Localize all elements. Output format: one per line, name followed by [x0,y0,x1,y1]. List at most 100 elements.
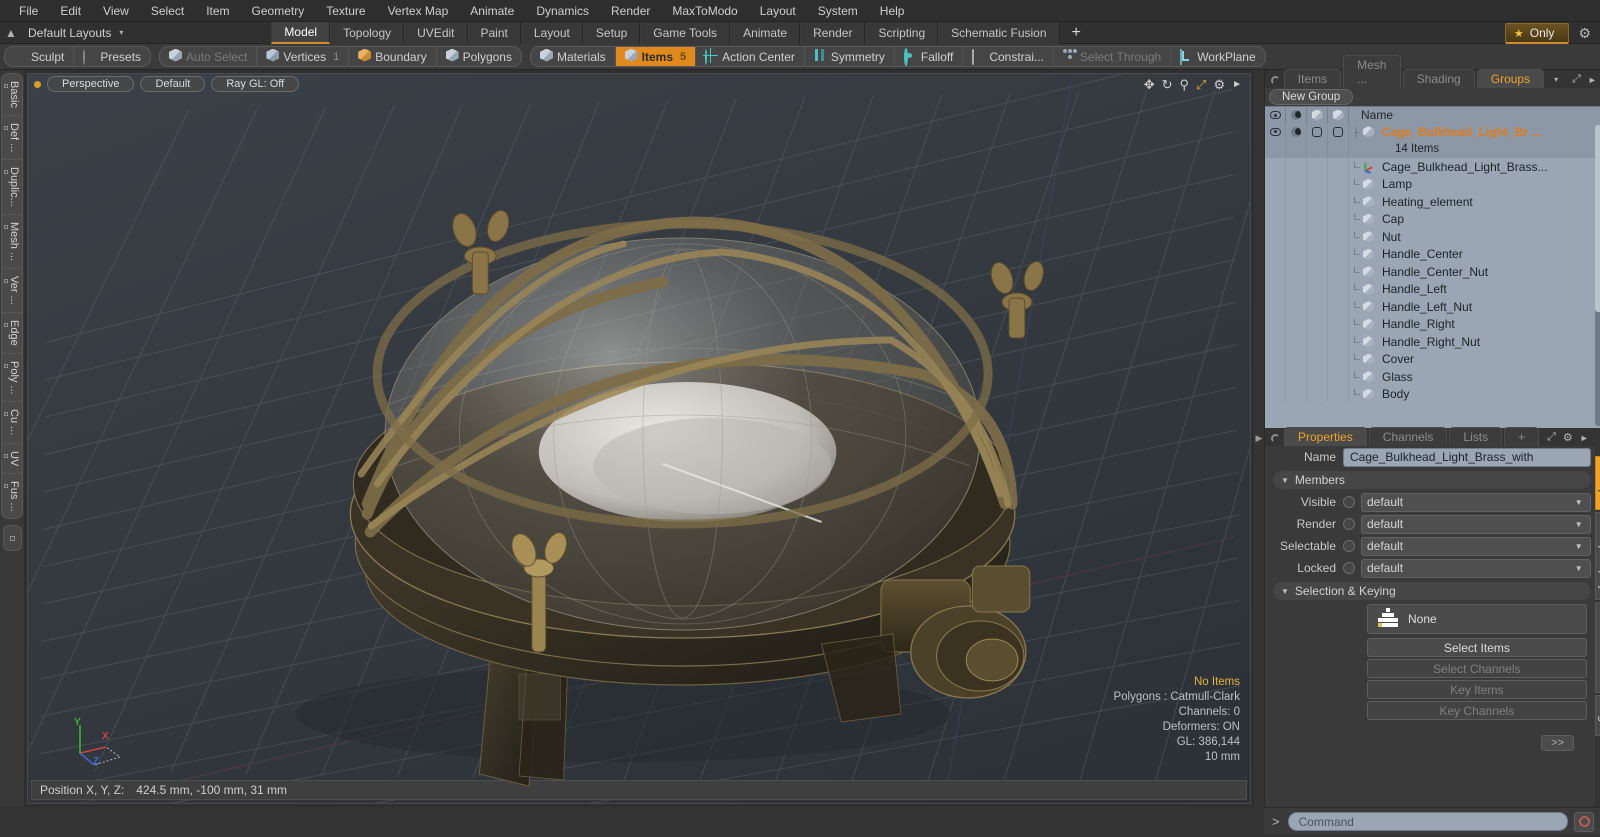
table-row[interactable]: └· Heating_element [1265,193,1600,211]
left-extra-button[interactable] [2,525,22,552]
menu-item-edit[interactable]: Edit [49,1,92,21]
home-icon[interactable]: ▲ [0,26,22,40]
name-column-header[interactable]: Name [1349,108,1393,122]
menu-item-vertex-map[interactable]: Vertex Map [377,1,460,21]
menu-item-geometry[interactable]: Geometry [241,1,316,21]
menu-item-file[interactable]: File [8,1,49,21]
left-tab-basic[interactable]: Basic [2,74,22,116]
left-tab-mesh[interactable]: Mesh ... [2,215,22,270]
chevron-down-icon[interactable]: ▾ [1546,75,1566,88]
table-row[interactable]: └· Glass [1265,368,1600,386]
member-radio[interactable] [1343,518,1355,530]
table-row[interactable]: ├ Cage_Bulkhead_Light_Br ... [1265,123,1600,141]
toolbar-button-boundary[interactable]: Boundary [349,47,437,66]
toolbar-button-items[interactable]: Items 5 [615,47,697,66]
layout-tab-uvedit[interactable]: UVEdit [404,21,468,44]
members-section-header[interactable]: ▼ Members [1273,471,1591,489]
menu-item-system[interactable]: System [807,1,869,21]
table-row[interactable]: └· Handle_Center [1265,245,1600,263]
shading-icon[interactable] [1286,106,1307,124]
chevron-down-icon[interactable]: ▾ [119,28,123,37]
toolbar-button-constrai[interactable]: Constrai... [963,47,1055,66]
toolbar-button-sculpt[interactable]: Sculpt [5,47,75,66]
menu-item-texture[interactable]: Texture [315,1,376,21]
toolbar-button-auto-select[interactable]: Auto Select [160,47,258,66]
table-row[interactable]: └· Cover [1265,350,1600,368]
viewport-raygl-dropdown[interactable]: Ray GL: Off [211,76,300,92]
table-row[interactable]: └· Handle_Right [1265,315,1600,333]
keying-preset-selector[interactable]: None [1367,604,1587,634]
select-items-button[interactable]: Select Items [1367,638,1587,657]
member-dropdown[interactable]: default ▼ [1361,492,1591,512]
layout-title[interactable]: Default Layouts [22,26,117,40]
left-tab-uv[interactable]: UV [2,444,22,474]
toolbar-button-workplane[interactable]: WorkPlane [1171,47,1264,66]
command-input[interactable]: Command [1287,812,1568,831]
name-input[interactable]: Cage_Bulkhead_Light_Brass_with [1343,447,1591,467]
render-box-icon[interactable] [1307,106,1328,124]
viewport-projection-dropdown[interactable]: Perspective [47,76,135,92]
layout-tab-animate[interactable]: Animate [730,21,801,44]
toolbar-button-symmetry[interactable]: Symmetry [805,47,895,66]
record-icon[interactable] [1574,811,1594,832]
toolbar-button-vertices[interactable]: Vertices 1 [257,47,350,66]
rotate-icon[interactable]: ↻ [1162,78,1173,91]
toolbar-button-polygons[interactable]: Polygons [437,47,521,66]
menu-item-help[interactable]: Help [869,1,916,21]
table-row[interactable]: └· Handle_Left [1265,280,1600,298]
table-row[interactable]: └· Body [1265,385,1600,403]
menu-item-render[interactable]: Render [600,1,661,21]
perspective-viewport[interactable]: Perspective Default Ray GL: Off ✥ ↻ ⚲ ⤢ … [27,73,1251,804]
table-row[interactable]: └· Handle_Center_Nut [1265,263,1600,281]
layout-tab-model[interactable]: Model [271,21,331,44]
member-radio[interactable] [1343,496,1355,508]
keying-section-header[interactable]: ▼ Selection & Keying [1273,582,1591,600]
table-row[interactable]: └· Cage_Bulkhead_Light_Brass... [1265,158,1600,176]
table-row[interactable]: └· Cap [1265,210,1600,228]
left-tab-cu[interactable]: Cu ... [2,402,22,444]
member-dropdown[interactable]: default ▼ [1361,536,1591,556]
groups-panel-tab-shading[interactable]: Shading [1402,69,1475,88]
side-tab-user-channels[interactable]: User Channels [1594,601,1600,693]
left-tab-edge[interactable]: Edge [2,313,22,354]
properties-tab-lists[interactable]: Lists [1449,427,1503,446]
layout-tab-schematic-fusion[interactable]: Schematic Fusion [938,21,1060,44]
layout-tab-scripting[interactable]: Scripting [865,21,939,44]
chevron-right-icon[interactable]: ► [1232,78,1242,91]
row-shading-toggle[interactable] [1286,123,1307,141]
layout-tab-paint[interactable]: Paint [467,21,521,44]
gear-icon[interactable]: ⚙ [1573,25,1596,42]
properties-tab-[interactable]: + [1504,427,1540,446]
left-tab-def[interactable]: Def ... [2,116,22,161]
menu-item-dynamics[interactable]: Dynamics [525,1,600,21]
row-visible-toggle[interactable] [1265,123,1286,141]
more-button[interactable]: >> [1541,735,1574,751]
layout-tab-topology[interactable]: Topology [330,21,405,44]
member-radio[interactable] [1343,540,1355,552]
menu-item-view[interactable]: View [92,1,140,21]
viewport-style-dropdown[interactable]: Default [140,76,206,92]
side-tab-groups[interactable]: Groups [1594,456,1600,511]
table-row[interactable]: └· Lamp [1265,175,1600,193]
toolbar-button-select-through[interactable]: Select Through [1054,47,1172,66]
layout-tab-render[interactable]: Render [800,21,866,44]
layout-tab-layout[interactable]: Layout [520,21,583,44]
groups-panel-tab-items[interactable]: Items [1283,69,1342,88]
fit-icon[interactable]: ⤢ [1196,78,1206,91]
gear-icon[interactable]: ⚙ [1563,431,1573,444]
chevron-right-icon[interactable]: ► [1580,433,1589,443]
only-button[interactable]: ★ Only [1504,23,1570,44]
toolbar-button-materials[interactable]: Materials [531,47,616,66]
left-tab-ver[interactable]: Ver ... [2,269,22,313]
row-render-toggle[interactable] [1307,123,1328,141]
new-group-button[interactable]: New Group [1269,89,1354,105]
menu-item-maxtomodo[interactable]: MaxToModo [661,1,748,21]
zoom-icon[interactable]: ⚲ [1180,78,1190,91]
menu-item-layout[interactable]: Layout [749,1,807,21]
panel-menu-icon[interactable] [1271,76,1280,85]
add-layout-button[interactable]: + [1060,24,1093,42]
row-select-toggle[interactable] [1328,123,1349,141]
expand-icon[interactable]: ⤢ [1547,431,1556,444]
toolbar-button-falloff[interactable]: Falloff [895,47,964,66]
table-row[interactable]: └· Handle_Right_Nut [1265,333,1600,351]
